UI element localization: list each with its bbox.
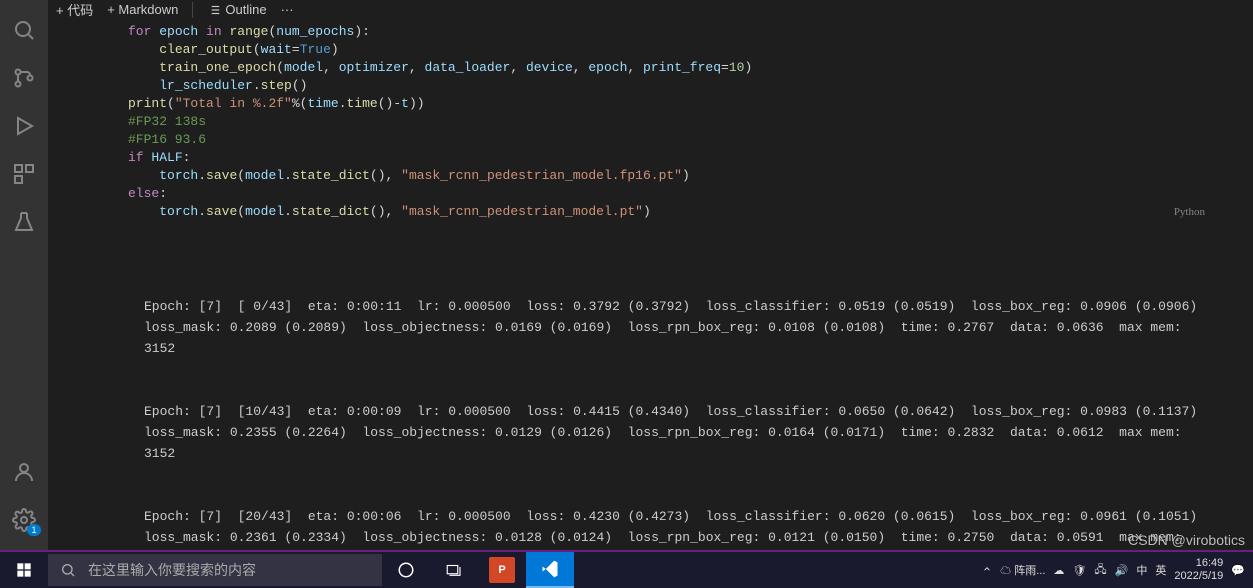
action-center-icon[interactable]: 💬 — [1231, 564, 1245, 577]
volume-icon[interactable]: 🔊 — [1115, 564, 1129, 577]
add-markdown-cell-button[interactable]: + Markdown — [107, 2, 178, 17]
editor-area: + 代码 + Markdown Outline ··· for epoch in… — [48, 0, 1253, 550]
settings-icon[interactable]: 1 — [0, 496, 48, 544]
activity-bar: 1 — [0, 0, 48, 550]
tray-expand-icon[interactable] — [982, 564, 992, 577]
code-cell[interactable]: for epoch in range(num_epochs): clear_ou… — [88, 19, 1213, 225]
cortana-icon[interactable] — [382, 552, 430, 588]
start-button[interactable] — [0, 552, 48, 588]
output-line: Epoch: [7] [20/43] eta: 0:00:06 lr: 0.00… — [144, 506, 1213, 550]
defender-icon[interactable]: 🛡 — [1072, 564, 1086, 577]
watermark: CSDN @virobotics — [1128, 532, 1245, 548]
more-actions-button[interactable]: ··· — [281, 2, 294, 17]
ime-zh-icon[interactable]: 中 — [1136, 562, 1147, 578]
testing-icon[interactable] — [0, 198, 48, 246]
toolbar-divider — [192, 2, 193, 18]
clock-date: 2022/5/19 — [1174, 570, 1223, 583]
output-line: Epoch: [7] [10/43] eta: 0:00:09 lr: 0.00… — [144, 401, 1213, 464]
extensions-icon[interactable] — [0, 150, 48, 198]
search-placeholder: 在这里输入你要搜索的内容 — [88, 560, 256, 580]
search-icon[interactable] — [0, 6, 48, 54]
system-tray: ☁ 阵雨... ☁ 🛡 🖧 🔊 中 英 16:49 2022/5/19 💬 — [974, 557, 1253, 583]
output-line: Epoch: [7] [ 0/43] eta: 0:00:11 lr: 0.00… — [144, 296, 1213, 359]
ime-en-icon[interactable]: 英 — [1155, 562, 1166, 578]
clock[interactable]: 16:49 2022/5/19 — [1174, 557, 1223, 583]
accounts-icon[interactable] — [0, 448, 48, 496]
run-debug-icon[interactable] — [0, 102, 48, 150]
taskbar-search[interactable]: 在这里输入你要搜索的内容 — [48, 554, 382, 586]
add-code-cell-button[interactable]: + 代码 — [56, 0, 93, 19]
windows-taskbar: 在这里输入你要搜索的内容 P ☁ 阵雨... ☁ 🛡 🖧 🔊 中 英 16:49… — [0, 552, 1253, 588]
onedrive-icon[interactable]: ☁ — [1053, 564, 1064, 577]
cell-language-label[interactable]: Python — [1174, 203, 1205, 221]
clock-time: 16:49 — [1174, 557, 1223, 570]
outline-button[interactable]: Outline — [207, 2, 266, 17]
outline-label: Outline — [225, 2, 266, 17]
task-view-icon[interactable] — [430, 552, 478, 588]
notebook-toolbar: + 代码 + Markdown Outline ··· — [48, 0, 1253, 19]
vscode-icon[interactable] — [526, 552, 574, 588]
source-control-icon[interactable] — [0, 54, 48, 102]
weather-widget[interactable]: ☁ 阵雨... — [1000, 562, 1045, 578]
settings-badge: 1 — [27, 524, 40, 536]
network-icon[interactable]: 🖧 — [1094, 561, 1106, 580]
powerpoint-icon[interactable]: P — [489, 557, 515, 583]
cell-output: ··· Epoch: [7] [ 0/43] eta: 0:00:11 lr: … — [88, 225, 1253, 550]
